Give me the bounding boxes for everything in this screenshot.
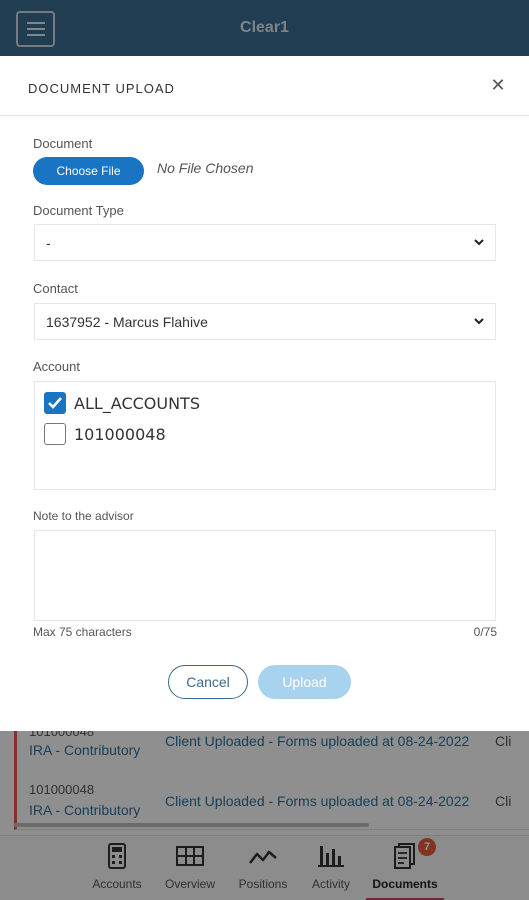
chevron-down-icon	[474, 318, 484, 325]
upload-button[interactable]: Upload	[258, 665, 351, 699]
checkmark-icon	[48, 397, 62, 409]
document-type-label: Document Type	[33, 203, 124, 218]
document-upload-modal: DOCUMENT UPLOAD ✕ Document Choose File N…	[0, 56, 529, 731]
checkbox[interactable]	[44, 423, 66, 445]
modal-header: DOCUMENT UPLOAD ✕	[0, 56, 529, 116]
account-option-label: 101000048	[74, 424, 166, 444]
chevron-down-icon	[474, 239, 484, 246]
account-list: ALL_ACCOUNTS 101000048	[34, 381, 496, 490]
contact-select[interactable]: 1637952 - Marcus Flahive	[34, 303, 496, 340]
contact-label: Contact	[33, 281, 78, 296]
cancel-button[interactable]: Cancel	[168, 665, 248, 699]
modal-title: DOCUMENT UPLOAD	[28, 81, 175, 96]
document-label: Document	[33, 136, 93, 151]
note-label: Note to the advisor	[33, 509, 134, 523]
account-option-all[interactable]: ALL_ACCOUNTS	[44, 392, 200, 414]
document-type-select[interactable]: -	[34, 224, 496, 261]
choose-file-button[interactable]: Choose File	[33, 157, 144, 185]
account-option-label: ALL_ACCOUNTS	[74, 393, 200, 413]
note-textarea[interactable]	[34, 530, 496, 621]
note-hint: Max 75 characters	[33, 625, 132, 639]
account-option-101000048[interactable]: 101000048	[44, 423, 166, 445]
account-label: Account	[33, 359, 80, 374]
select-value: 1637952 - Marcus Flahive	[46, 313, 208, 330]
checkbox-checked[interactable]	[44, 392, 66, 414]
select-value: -	[46, 234, 51, 251]
file-status: No File Chosen	[157, 160, 254, 176]
note-counter: 0/75	[473, 625, 497, 639]
close-icon[interactable]: ✕	[489, 76, 507, 94]
